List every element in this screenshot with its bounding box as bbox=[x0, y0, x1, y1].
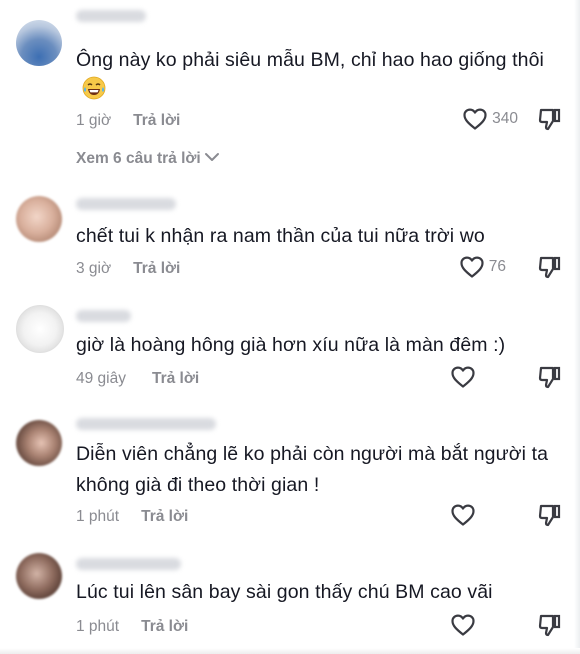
comment-time: 3 giờ bbox=[76, 260, 112, 277]
avatar[interactable] bbox=[16, 420, 62, 466]
username-blurred[interactable] bbox=[76, 558, 181, 570]
scroll-edge bbox=[574, 0, 580, 654]
comment-item: Diễn viên chẳng lẽ ko phải còn người mà … bbox=[0, 408, 580, 543]
like-button[interactable] bbox=[450, 503, 480, 527]
username-blurred[interactable] bbox=[76, 10, 146, 22]
reply-button[interactable]: Trả lời bbox=[141, 508, 188, 526]
comment-meta: 49 giây Trả lời bbox=[76, 370, 199, 388]
comment-time: 1 phút bbox=[76, 508, 120, 525]
heart-outline-icon bbox=[450, 365, 476, 389]
comment-meta: 1 phút Trả lời bbox=[76, 618, 188, 636]
comment-time: 1 giờ bbox=[76, 112, 112, 129]
dislike-button[interactable] bbox=[538, 365, 562, 391]
dislike-button[interactable] bbox=[538, 255, 562, 281]
heart-outline-icon bbox=[462, 107, 488, 131]
thumbs-down-outline-icon bbox=[538, 255, 562, 281]
username-blurred[interactable] bbox=[76, 418, 216, 430]
view-replies-button[interactable]: Xem 6 câu trả lời bbox=[76, 150, 220, 168]
thumbs-down-outline-icon bbox=[538, 613, 562, 639]
bottom-edge bbox=[0, 648, 580, 654]
avatar[interactable] bbox=[16, 305, 64, 353]
laughing-tears-emoji bbox=[82, 76, 106, 110]
dislike-button[interactable] bbox=[538, 613, 562, 639]
reply-button[interactable]: Trả lời bbox=[133, 112, 180, 130]
avatar[interactable] bbox=[16, 196, 62, 242]
heart-outline-icon bbox=[450, 613, 476, 637]
comment-time: 49 giây bbox=[76, 370, 126, 387]
like-button[interactable]: 340 bbox=[462, 107, 518, 131]
comment-text: chết tui k nhận ra nam thần của tui nữa … bbox=[76, 225, 485, 247]
comment-time: 1 phút bbox=[76, 618, 120, 635]
comment-meta: 1 giờ Trả lời bbox=[76, 112, 180, 130]
dislike-button[interactable] bbox=[538, 107, 562, 133]
reply-button[interactable]: Trả lời bbox=[133, 260, 180, 278]
avatar[interactable] bbox=[16, 20, 62, 66]
like-button[interactable]: 76 bbox=[459, 255, 506, 279]
comment-item: Ông này ko phải siêu mẫu BM, chỉ hao hao… bbox=[0, 0, 580, 180]
reply-button[interactable]: Trả lời bbox=[141, 618, 188, 636]
thumbs-down-outline-icon bbox=[538, 107, 562, 133]
comment-meta: 1 phút Trả lời bbox=[76, 508, 188, 526]
comment-text: Lúc tui lên sân bay sài gon thấy chú BM … bbox=[76, 581, 493, 603]
chevron-down-icon bbox=[201, 150, 220, 168]
comment-text: giờ là hoàng hông già hơn xíu nữa là màn… bbox=[76, 334, 506, 356]
reply-button[interactable]: Trả lời bbox=[152, 370, 199, 388]
like-count: 76 bbox=[488, 258, 506, 275]
comment-text: Diễn viên chẳng lẽ ko phải còn người mà … bbox=[76, 443, 549, 496]
username-blurred[interactable] bbox=[76, 310, 131, 322]
username-blurred[interactable] bbox=[76, 198, 176, 210]
thumbs-down-outline-icon bbox=[538, 503, 562, 529]
heart-outline-icon bbox=[450, 503, 476, 527]
avatar[interactable] bbox=[16, 553, 62, 599]
like-button[interactable] bbox=[450, 365, 480, 389]
comment-item: giờ là hoàng hông già hơn xíu nữa là màn… bbox=[0, 300, 580, 406]
dislike-button[interactable] bbox=[538, 503, 562, 529]
like-button[interactable] bbox=[450, 613, 480, 637]
comment-item: Lúc tui lên sân bay sài gon thấy chú BM … bbox=[0, 548, 580, 654]
like-count: 340 bbox=[492, 110, 518, 127]
comment-meta: 3 giờ Trả lời bbox=[76, 260, 180, 278]
heart-outline-icon bbox=[459, 255, 485, 279]
comment-text: Ông này ko phải siêu mẫu BM, chỉ hao hao… bbox=[76, 45, 550, 110]
thumbs-down-outline-icon bbox=[538, 365, 562, 391]
comment-item: chết tui k nhận ra nam thần của tui nữa … bbox=[0, 188, 580, 294]
